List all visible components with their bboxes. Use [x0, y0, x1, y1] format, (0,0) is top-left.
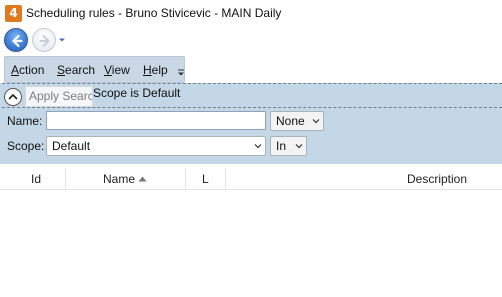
- toolbar-overflow-icon[interactable]: [176, 64, 186, 78]
- arrow-left-icon: [12, 34, 23, 48]
- menu-area: Action Search View Help: [0, 54, 502, 83]
- menu-help[interactable]: Help: [143, 63, 168, 78]
- app-icon: 4: [5, 5, 22, 22]
- menu-action-mnemonic: A: [11, 63, 20, 77]
- grid-header: Id Name L Description: [0, 169, 502, 190]
- history-dropdown-icon[interactable]: [58, 36, 66, 44]
- column-header-name-label: Name: [103, 172, 136, 186]
- navigation-bar: [0, 27, 502, 54]
- menu-action[interactable]: Action: [11, 63, 44, 78]
- menu-help-mnemonic: H: [143, 63, 152, 77]
- search-panel-divider: [2, 107, 502, 108]
- scope-operator-dropdown[interactable]: In: [270, 136, 307, 156]
- scope-value: Default: [52, 139, 91, 153]
- chevron-down-icon: [254, 144, 262, 149]
- menu-search-mnemonic: S: [57, 63, 66, 77]
- menu-help-rest: elp: [151, 63, 168, 77]
- collapse-search-button[interactable]: [4, 88, 22, 106]
- menu-view-rest: iew: [111, 63, 130, 77]
- column-header-description[interactable]: Description: [226, 169, 502, 189]
- menu-view-mnemonic: V: [104, 63, 112, 77]
- menu-view[interactable]: View: [104, 63, 130, 78]
- grid-body[interactable]: [0, 190, 502, 297]
- column-header-name[interactable]: Name: [66, 169, 186, 189]
- column-header-id-label: Id: [31, 172, 42, 186]
- name-input[interactable]: [46, 111, 266, 130]
- scope-label: Scope:: [7, 139, 45, 153]
- back-button[interactable]: [4, 28, 28, 52]
- menu-action-rest: ction: [19, 63, 45, 77]
- arrow-right-icon: [39, 34, 50, 48]
- chevron-down-icon: [295, 144, 303, 149]
- search-summary: Scope is Default: [93, 86, 181, 100]
- column-header-description-label: Description: [407, 172, 468, 186]
- name-operator-value: None: [276, 114, 305, 128]
- sort-ascending-icon: [138, 176, 147, 182]
- menu-search-rest: earch: [65, 63, 96, 77]
- column-header-l-label: L: [202, 172, 209, 186]
- name-operator-dropdown[interactable]: None: [270, 111, 324, 131]
- chevron-up-icon: [8, 94, 18, 100]
- forward-button[interactable]: [32, 28, 56, 52]
- scope-operator-value: In: [276, 139, 287, 153]
- menu-search[interactable]: Search: [57, 63, 95, 78]
- window-title: Scheduling rules - Bruno Stivicevic - MA…: [26, 6, 282, 20]
- apply-search-button[interactable]: Apply Search: [25, 86, 93, 107]
- column-header-id[interactable]: Id: [0, 169, 66, 189]
- name-label: Name:: [7, 114, 43, 128]
- scope-dropdown[interactable]: Default: [46, 136, 266, 156]
- search-panel-top-divider: [2, 83, 502, 84]
- menu-bar: Action Search View Help: [4, 56, 185, 83]
- column-header-l[interactable]: L: [186, 169, 226, 189]
- chevron-down-icon: [312, 119, 320, 124]
- title-bar: 4 Scheduling rules - Bruno Stivicevic - …: [0, 0, 502, 27]
